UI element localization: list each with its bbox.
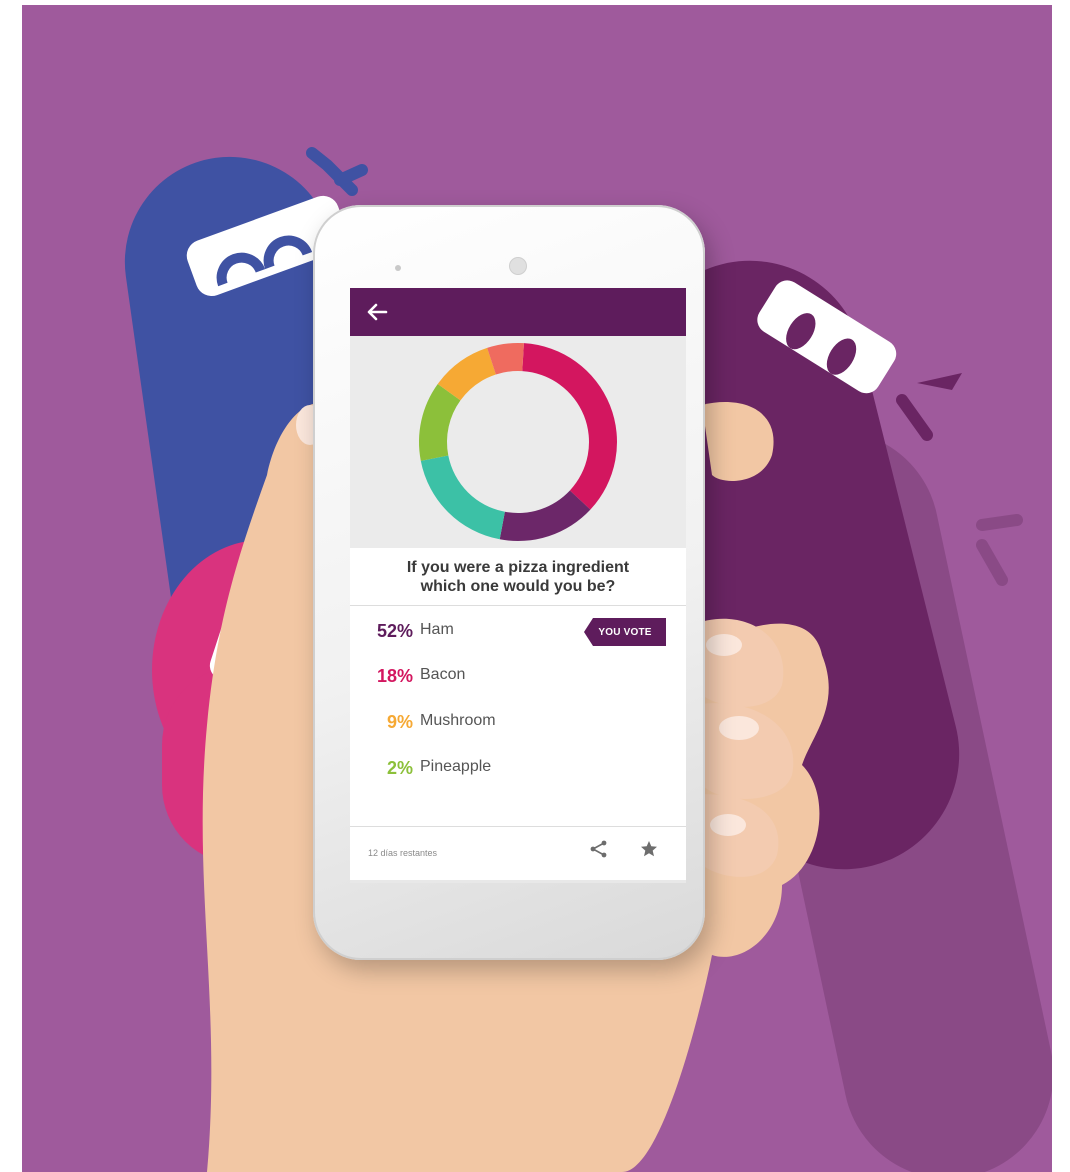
option-percent: 2% xyxy=(386,758,413,778)
donut-slice-2 xyxy=(499,490,591,541)
days-remaining: 12 días restantes xyxy=(368,848,438,858)
favorite-button[interactable] xyxy=(636,836,662,862)
you-vote-badge: YOU VOTE xyxy=(584,618,666,646)
arrow-left-icon xyxy=(367,303,388,321)
donut-slice-1 xyxy=(522,343,617,510)
footer-divider xyxy=(350,826,686,827)
option-percent: 52% xyxy=(376,621,413,641)
option-label: Pineapple xyxy=(420,758,492,775)
phone-camera xyxy=(509,257,527,275)
share-button[interactable] xyxy=(586,836,612,862)
results-chart xyxy=(350,336,686,548)
back-button[interactable] xyxy=(360,296,394,328)
question-line-2: which one would you be? xyxy=(420,578,616,595)
option-label: Mushroom xyxy=(420,712,496,729)
share-icon xyxy=(590,840,607,858)
option-row-bacon[interactable]: 18% Bacon xyxy=(350,658,686,694)
star-icon xyxy=(641,841,657,857)
screen-bottom-edge xyxy=(350,880,686,883)
option-row-pineapple[interactable]: 2% Pineapple xyxy=(350,750,686,786)
option-row-mushroom[interactable]: 9% Mushroom xyxy=(350,704,686,740)
app-screen: If you were a pizza ingredient which one… xyxy=(350,288,686,883)
option-label: Bacon xyxy=(420,666,466,683)
option-percent: 9% xyxy=(386,712,413,732)
phone-speaker-dot xyxy=(395,265,401,271)
app-bar xyxy=(350,288,686,336)
question-divider xyxy=(350,605,686,606)
question-line-1: If you were a pizza ingredient xyxy=(406,559,630,576)
donut-chart xyxy=(419,343,617,541)
donut-slice-3 xyxy=(420,455,505,540)
poll-question: If you were a pizza ingredient which one… xyxy=(350,558,686,596)
option-label: Ham xyxy=(420,621,454,638)
option-percent: 18% xyxy=(376,666,413,686)
